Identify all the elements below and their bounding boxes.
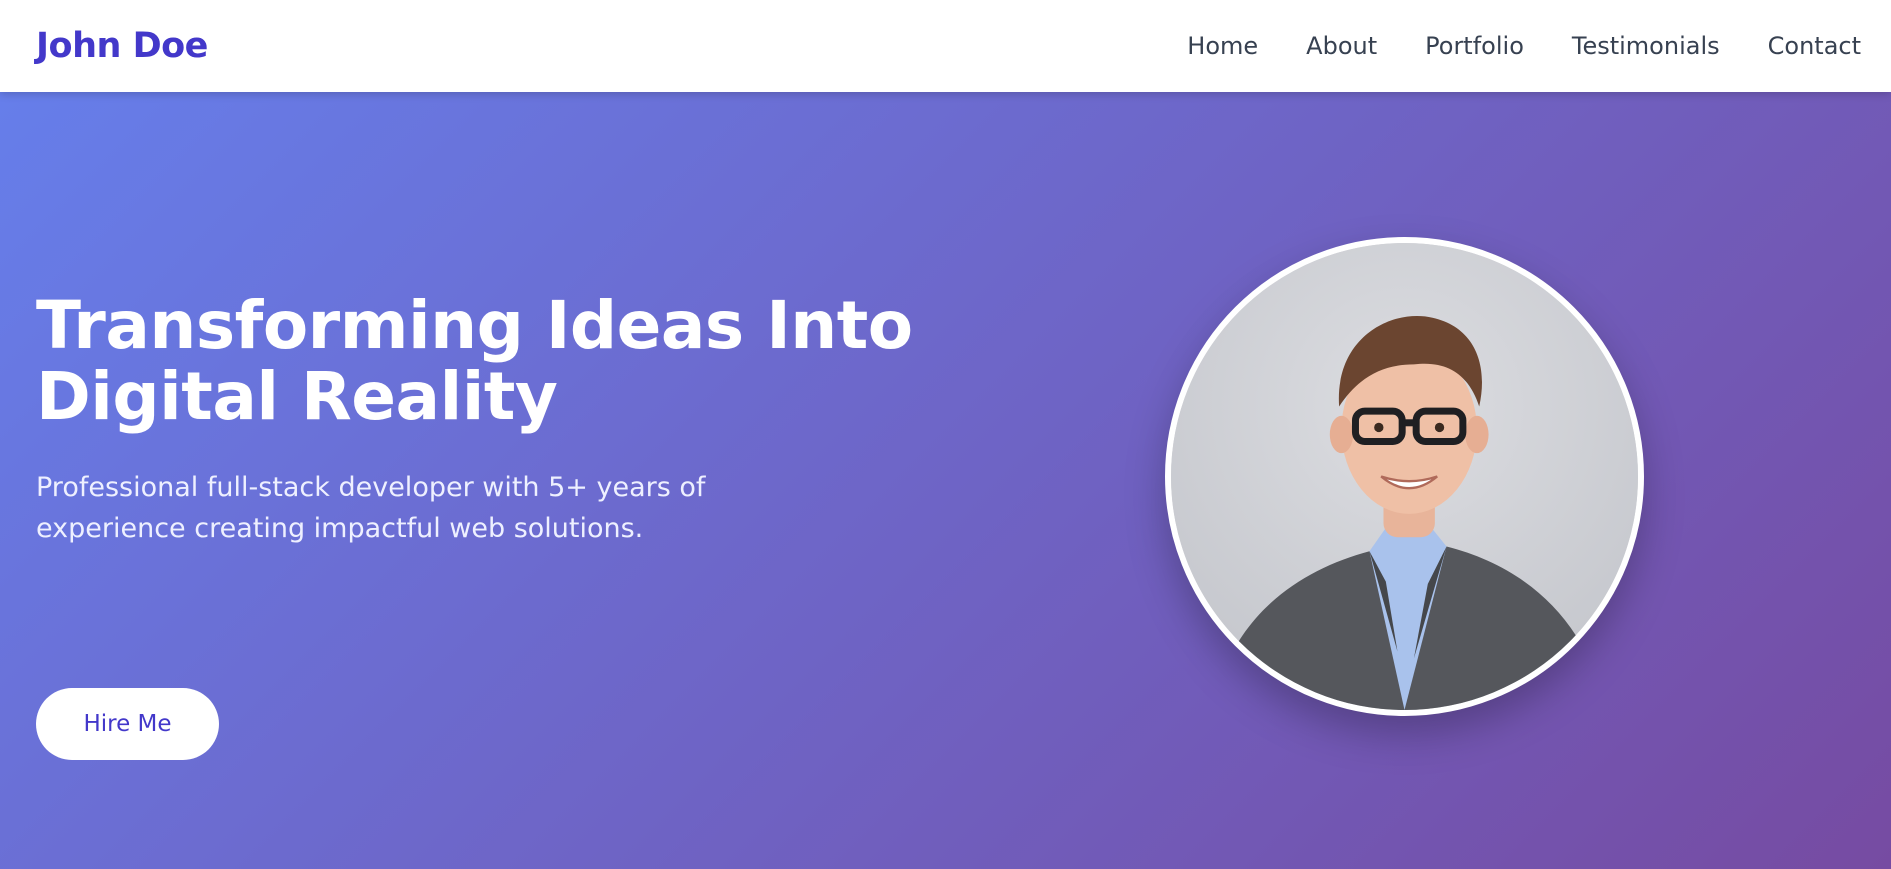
nav-home-link[interactable]: Home	[1187, 32, 1258, 60]
nav-about-link[interactable]: About	[1306, 32, 1377, 60]
hero-subtitle: Professional full-stack developer with 5…	[36, 471, 706, 545]
navbar: John Doe Home About Portfolio Testimonia…	[0, 0, 1891, 92]
nav-testimonials-link[interactable]: Testimonials	[1572, 32, 1720, 60]
hero-text: Transforming Ideas Into Digital Reality …	[36, 290, 936, 760]
profile-photo	[1165, 237, 1644, 716]
hero-title: Transforming Ideas Into Digital Reality	[36, 290, 936, 433]
hire-me-button[interactable]: Hire Me	[36, 688, 219, 760]
hero-section: Transforming Ideas Into Digital Reality …	[0, 92, 1891, 869]
hero-title-line2: Digital Reality	[36, 358, 558, 436]
nav-contact-link[interactable]: Contact	[1768, 32, 1861, 60]
profile-photo-illustration	[1171, 243, 1638, 710]
nav-portfolio-link[interactable]: Portfolio	[1425, 32, 1524, 60]
hero-title-line1: Transforming Ideas Into	[36, 287, 913, 364]
brand-logo[interactable]: John Doe	[36, 26, 208, 66]
nav-links: Home About Portfolio Testimonials Contac…	[1187, 32, 1861, 60]
